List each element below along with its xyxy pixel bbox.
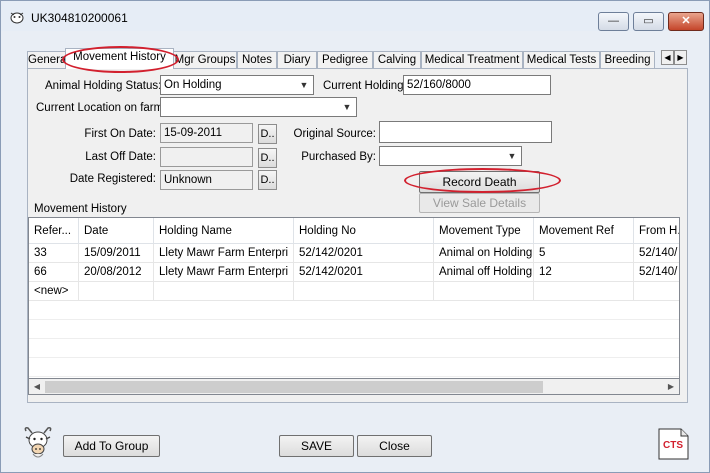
cell-from-holding[interactable]: 52/140/ (634, 263, 679, 282)
app-icon (10, 12, 24, 24)
scrollbar-thumb[interactable] (45, 381, 543, 393)
tab-movement-history[interactable]: Movement History (65, 48, 174, 69)
add-to-group-button[interactable]: Add To Group (63, 435, 160, 457)
column-header-from-holding[interactable]: From H.N (634, 218, 679, 244)
cell-reference[interactable]: 33 (29, 244, 79, 263)
cell-from-holding[interactable]: 52/140/ (634, 244, 679, 263)
movement-history-grid[interactable]: Refer... Date Holding Name Holding No Mo… (28, 217, 680, 395)
tab-medical-tests[interactable]: Medical Tests (523, 51, 600, 69)
cell-holding-no[interactable]: 52/142/0201 (294, 263, 434, 282)
record-death-button[interactable]: Record Death (419, 171, 540, 193)
cell-holding-no[interactable]: 52/142/0201 (294, 244, 434, 263)
tab-medical-treatment[interactable]: Medical Treatment (421, 51, 523, 69)
tab-general[interactable]: General (27, 51, 67, 69)
cell-reference[interactable]: 66 (29, 263, 79, 282)
column-header-movement-type[interactable]: Movement Type (434, 218, 534, 244)
cell-empty[interactable] (434, 282, 534, 301)
chevron-right-icon: ▶ (677, 53, 684, 62)
current-holding-input[interactable]: 52/160/8000 (403, 75, 551, 95)
chevron-down-icon: ▼ (342, 102, 352, 112)
holding-status-label: Animal Holding Status: (45, 80, 162, 92)
cow-logo-icon (24, 427, 52, 458)
date-registered-field[interactable]: Unknown (160, 170, 253, 190)
tab-scroll-right-button[interactable]: ▶ (674, 50, 687, 65)
minimize-icon: — (608, 15, 619, 27)
original-source-label: Original Source: (293, 128, 376, 140)
date-registered-label: Date Registered: (69, 173, 156, 185)
close-icon: ✕ (681, 15, 691, 27)
close-button[interactable]: Close (357, 435, 432, 457)
maximize-button[interactable]: ▭ (633, 12, 664, 31)
cell-empty[interactable] (294, 282, 434, 301)
purchased-by-select[interactable]: ▼ (379, 146, 522, 166)
tab-pedigree[interactable]: Pedigree (317, 51, 373, 69)
column-header-date[interactable]: Date (79, 218, 154, 244)
purchased-by-label: Purchased By: (301, 151, 376, 163)
tab-strip: General Movement History Mgr Groups Note… (27, 48, 687, 69)
column-header-holding-name[interactable]: Holding Name (154, 218, 294, 244)
scroll-right-arrow-icon[interactable]: ▶ (664, 380, 678, 394)
app-window: UK304810200061 — ▭ ✕ General Movement Hi… (0, 0, 710, 473)
first-on-date-label: First On Date: (84, 128, 156, 140)
tab-scroll-left-button[interactable]: ◀ (661, 50, 674, 65)
tab-calving[interactable]: Calving (373, 51, 421, 69)
holding-status-select[interactable]: On Holding ▼ (160, 75, 314, 95)
first-on-date-field[interactable]: 15-09-2011 (160, 123, 253, 143)
cell-movement-ref[interactable]: 12 (534, 263, 634, 282)
tab-mgr-groups[interactable]: Mgr Groups (173, 51, 237, 69)
cell-movement-ref[interactable]: 5 (534, 244, 634, 263)
column-header-reference[interactable]: Refer... (29, 218, 79, 244)
tab-diary[interactable]: Diary (277, 51, 317, 69)
cell-empty[interactable] (634, 282, 679, 301)
cts-logo-text: CTS (663, 440, 683, 451)
cell-movement-type[interactable]: Animal on Holding (434, 244, 534, 263)
close-window-button[interactable]: ✕ (668, 12, 704, 31)
cell-date[interactable]: 15/09/2011 (79, 244, 154, 263)
date-registered-picker-button[interactable]: D.. (258, 170, 277, 190)
cell-holding-name[interactable]: Llety Mawr Farm Enterpri (154, 263, 294, 282)
grid-empty-area (29, 301, 679, 379)
chevron-down-icon: ▼ (299, 80, 309, 90)
last-off-date-label: Last Off Date: (85, 151, 156, 163)
window-title: UK304810200061 (31, 11, 128, 25)
column-header-holding-no[interactable]: Holding No (294, 218, 434, 244)
current-holding-label: Current Holding: (323, 80, 407, 92)
tab-notes[interactable]: Notes (237, 51, 277, 69)
chevron-down-icon: ▼ (507, 151, 517, 161)
movement-history-title: Movement History (34, 203, 127, 215)
cell-empty[interactable] (79, 282, 154, 301)
cell-new-row[interactable]: <new> (29, 282, 79, 301)
original-source-input[interactable] (379, 121, 552, 143)
cell-holding-name[interactable]: Llety Mawr Farm Enterpri (154, 244, 294, 263)
title-bar[interactable]: UK304810200061 — ▭ ✕ (1, 1, 709, 31)
cell-date[interactable]: 20/08/2012 (79, 263, 154, 282)
current-location-label: Current Location on farm: (36, 102, 167, 114)
last-off-date-field[interactable] (160, 147, 253, 167)
cell-empty[interactable] (534, 282, 634, 301)
minimize-button[interactable]: — (598, 12, 629, 31)
tab-breeding[interactable]: Breeding (600, 51, 655, 69)
column-header-movement-ref[interactable]: Movement Ref (534, 218, 634, 244)
holding-status-value: On Holding (164, 79, 222, 91)
scroll-left-arrow-icon[interactable]: ◀ (30, 380, 44, 394)
current-location-select[interactable]: ▼ (160, 97, 357, 117)
chevron-left-icon: ◀ (664, 53, 671, 62)
cts-logo-icon: CTS (658, 428, 689, 460)
view-sale-details-button[interactable]: View Sale Details (419, 193, 540, 213)
save-button[interactable]: SAVE (279, 435, 354, 457)
horizontal-scrollbar[interactable]: ◀ ▶ (28, 378, 680, 395)
cell-empty[interactable] (154, 282, 294, 301)
cell-movement-type[interactable]: Animal off Holding (434, 263, 534, 282)
maximize-icon: ▭ (643, 15, 654, 27)
